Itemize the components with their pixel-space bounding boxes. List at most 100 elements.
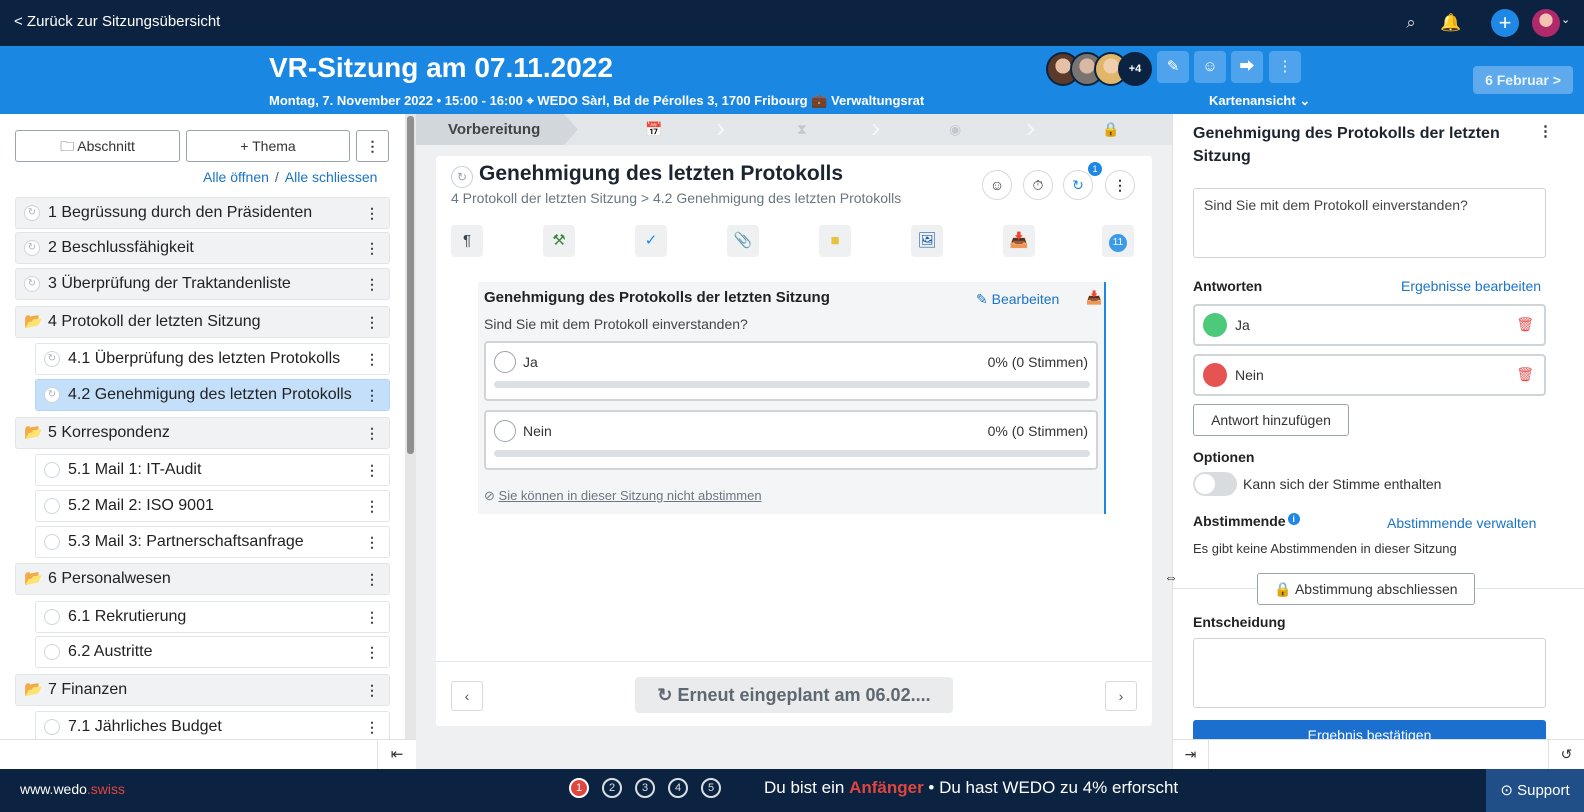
rescheduled-button[interactable]: ↻ Erneut eingeplant am 06.02.... [635, 677, 953, 713]
participants-icon[interactable]: ☺ [1194, 51, 1226, 83]
breadcrumb-section[interactable]: 4 Protokoll der letzten Sitzung [451, 190, 637, 206]
answer-color-dot[interactable] [1203, 363, 1227, 387]
calendar-icon[interactable]: 📅 [645, 121, 662, 138]
add-topic-button[interactable]: + Thema [186, 130, 350, 162]
chevron-down-icon[interactable]: ⌄ [1561, 13, 1570, 26]
item-menu-icon[interactable]: ⋮ [365, 491, 379, 521]
answer-color-dot[interactable] [1203, 313, 1227, 337]
meeting-location[interactable]: WEDO Sàrl, Bd de Pérolles 3, 1700 Fribou… [537, 93, 807, 108]
agenda-item[interactable]: ↻ 2 Beschlussfähigkeit ⋮ [15, 232, 390, 264]
item-menu-icon[interactable]: ⋮ [365, 637, 379, 667]
edit-results-link[interactable]: Ergebnisse bearbeiten [1401, 278, 1541, 294]
resize-handle-icon[interactable]: ⇔ [1164, 569, 1178, 585]
panel-more-icon[interactable]: ⋮ [1538, 122, 1553, 140]
plus-icon[interactable]: + [1491, 9, 1519, 37]
inbox-icon[interactable]: 📥 [1003, 225, 1035, 257]
item-menu-icon[interactable]: ⋮ [365, 233, 379, 263]
question-textarea[interactable]: Sind Sie mit dem Protokoll einverstanden… [1193, 188, 1546, 258]
attachment-icon[interactable]: 📎 [727, 225, 759, 257]
gavel-icon[interactable]: ⚒ [543, 225, 575, 257]
open-all-link[interactable]: Alle öffnen [203, 169, 269, 185]
decision-textarea[interactable] [1193, 638, 1546, 708]
add-section-button[interactable]: 🗀 Abschnitt [15, 130, 180, 162]
sidebar-more-icon[interactable]: ⋮ [356, 130, 389, 162]
more-participants-badge[interactable]: +4 [1118, 52, 1152, 86]
support-button[interactable]: ⊙ Support [1486, 769, 1584, 812]
scrollbar-thumb[interactable] [407, 116, 414, 454]
breadcrumb-topic[interactable]: 4.2 Genehmigung des letzten Protokolls [653, 190, 901, 206]
agenda-subitem[interactable]: 5.3 Mail 3: Partnerschaftsanfrage ⋮ [35, 526, 390, 558]
bell-icon[interactable]: 🔔 [1440, 12, 1462, 34]
poll-option[interactable]: Ja 0% (0 Stimmen) [484, 341, 1098, 401]
more-options-icon[interactable]: ⋮ [1105, 170, 1135, 200]
more-options-icon[interactable]: ⋮ [1269, 51, 1301, 83]
abstain-toggle[interactable] [1193, 472, 1237, 496]
checkmark-icon[interactable]: ✓ [635, 225, 667, 257]
option-radio[interactable] [494, 351, 516, 373]
item-menu-icon[interactable]: ⋮ [365, 380, 379, 410]
trash-icon[interactable]: 🗑 [1516, 366, 1534, 383]
assignee-icon[interactable]: ☺ [982, 170, 1012, 200]
level-4-badge[interactable]: 4 [668, 778, 688, 798]
sidebar-scrollbar[interactable] [405, 114, 416, 739]
manage-voters-link[interactable]: Abstimmende verwalten [1387, 515, 1536, 531]
poll-option[interactable]: Nein 0% (0 Stimmen) [484, 410, 1098, 470]
item-menu-icon[interactable]: ⋮ [365, 527, 379, 557]
hourglass-icon[interactable]: ⧗ [797, 121, 807, 138]
eye-icon[interactable]: ◉ [949, 121, 961, 138]
option-radio[interactable] [494, 420, 516, 442]
agenda-subitem-selected[interactable]: ↻ 4.2 Genehmigung des letzten Protokolls… [35, 379, 390, 411]
item-menu-icon[interactable]: ⋮ [365, 564, 379, 594]
close-vote-button[interactable]: 🔒 Abstimmung abschliessen [1257, 573, 1475, 605]
edit-pencil-icon[interactable]: ✎ [1157, 51, 1189, 83]
image-icon[interactable]: 🖼 [911, 225, 943, 257]
expand-panel-icon[interactable]: ⇥ [1173, 740, 1209, 769]
inbox-icon[interactable]: 📥 [1086, 290, 1102, 306]
paragraph-icon[interactable]: ¶ [451, 225, 483, 257]
edit-poll-button[interactable]: ✎ Bearbeiten [976, 291, 1059, 308]
user-avatar[interactable] [1532, 9, 1560, 37]
agenda-subitem[interactable]: 5.2 Mail 2: ISO 9001 ⋮ [35, 490, 390, 522]
agenda-section[interactable]: 📂 6 Personalwesen ⋮ [15, 563, 390, 595]
info-icon[interactable]: i [1287, 513, 1300, 525]
view-select[interactable]: Kartenansicht ⌄ [1209, 93, 1310, 109]
step-preparation[interactable]: Vorbereitung [416, 114, 578, 145]
level-2-badge[interactable]: 2 [602, 778, 622, 798]
agenda-subitem[interactable]: ↻ 4.1 Überprüfung des letzten Protokolls… [35, 343, 390, 375]
agenda-section[interactable]: 📂 7 Finanzen ⋮ [15, 674, 390, 706]
counter-tool[interactable]: 11 [1102, 225, 1134, 257]
confirm-result-button[interactable]: Ergebnis bestätigen [1193, 720, 1546, 739]
level-5-badge[interactable]: 5 [701, 778, 721, 798]
previous-topic-button[interactable]: ‹ [451, 681, 483, 711]
answer-row[interactable]: Ja 🗑 [1193, 304, 1546, 346]
item-menu-icon[interactable]: ⋮ [365, 418, 379, 448]
agenda-item[interactable]: ↻ 1 Begrüssung durch den Präsidenten ⋮ [15, 197, 390, 229]
item-menu-icon[interactable]: ⋮ [365, 602, 379, 632]
agenda-section[interactable]: 📂 5 Korrespondenz ⋮ [15, 417, 390, 449]
item-menu-icon[interactable]: ⋮ [365, 307, 379, 337]
agenda-subitem[interactable]: 5.1 Mail 1: IT-Audit ⋮ [35, 454, 390, 486]
agenda-subitem[interactable]: 6.1 Rekrutierung ⋮ [35, 601, 390, 633]
search-icon[interactable]: ⌕ [1400, 12, 1422, 34]
next-meeting-button[interactable]: 6 Februar > [1473, 66, 1573, 94]
item-menu-icon[interactable]: ⋮ [365, 712, 379, 742]
share-icon[interactable]: ⮕ [1231, 51, 1263, 83]
back-to-overview-link[interactable]: < Zurück zur Sitzungsübersicht [14, 13, 220, 30]
collapse-sidebar-icon[interactable]: ⇤ [377, 740, 416, 770]
trash-icon[interactable]: 🗑 [1516, 316, 1534, 333]
level-3-badge[interactable]: 3 [635, 778, 655, 798]
item-menu-icon[interactable]: ⋮ [365, 455, 379, 485]
timer-icon[interactable]: ⏱ [1023, 170, 1053, 200]
lock-icon[interactable]: 🔒 [1102, 121, 1119, 138]
meeting-board[interactable]: Verwaltungsrat [831, 93, 924, 108]
item-menu-icon[interactable]: ⋮ [365, 344, 379, 374]
item-menu-icon[interactable]: ⋮ [365, 198, 379, 228]
reschedule-icon[interactable]: ↻ [1063, 170, 1093, 200]
agenda-subitem[interactable]: 6.2 Austritte ⋮ [35, 636, 390, 668]
history-icon[interactable]: ↺ [1548, 740, 1584, 769]
answer-row[interactable]: Nein 🗑 [1193, 354, 1546, 396]
item-menu-icon[interactable]: ⋮ [365, 675, 379, 705]
sticky-note-icon[interactable]: ■ [819, 225, 851, 257]
agenda-section[interactable]: 📂 4 Protokoll der letzten Sitzung ⋮ [15, 306, 390, 338]
brand-link[interactable]: www.wedo.swiss [20, 781, 125, 797]
